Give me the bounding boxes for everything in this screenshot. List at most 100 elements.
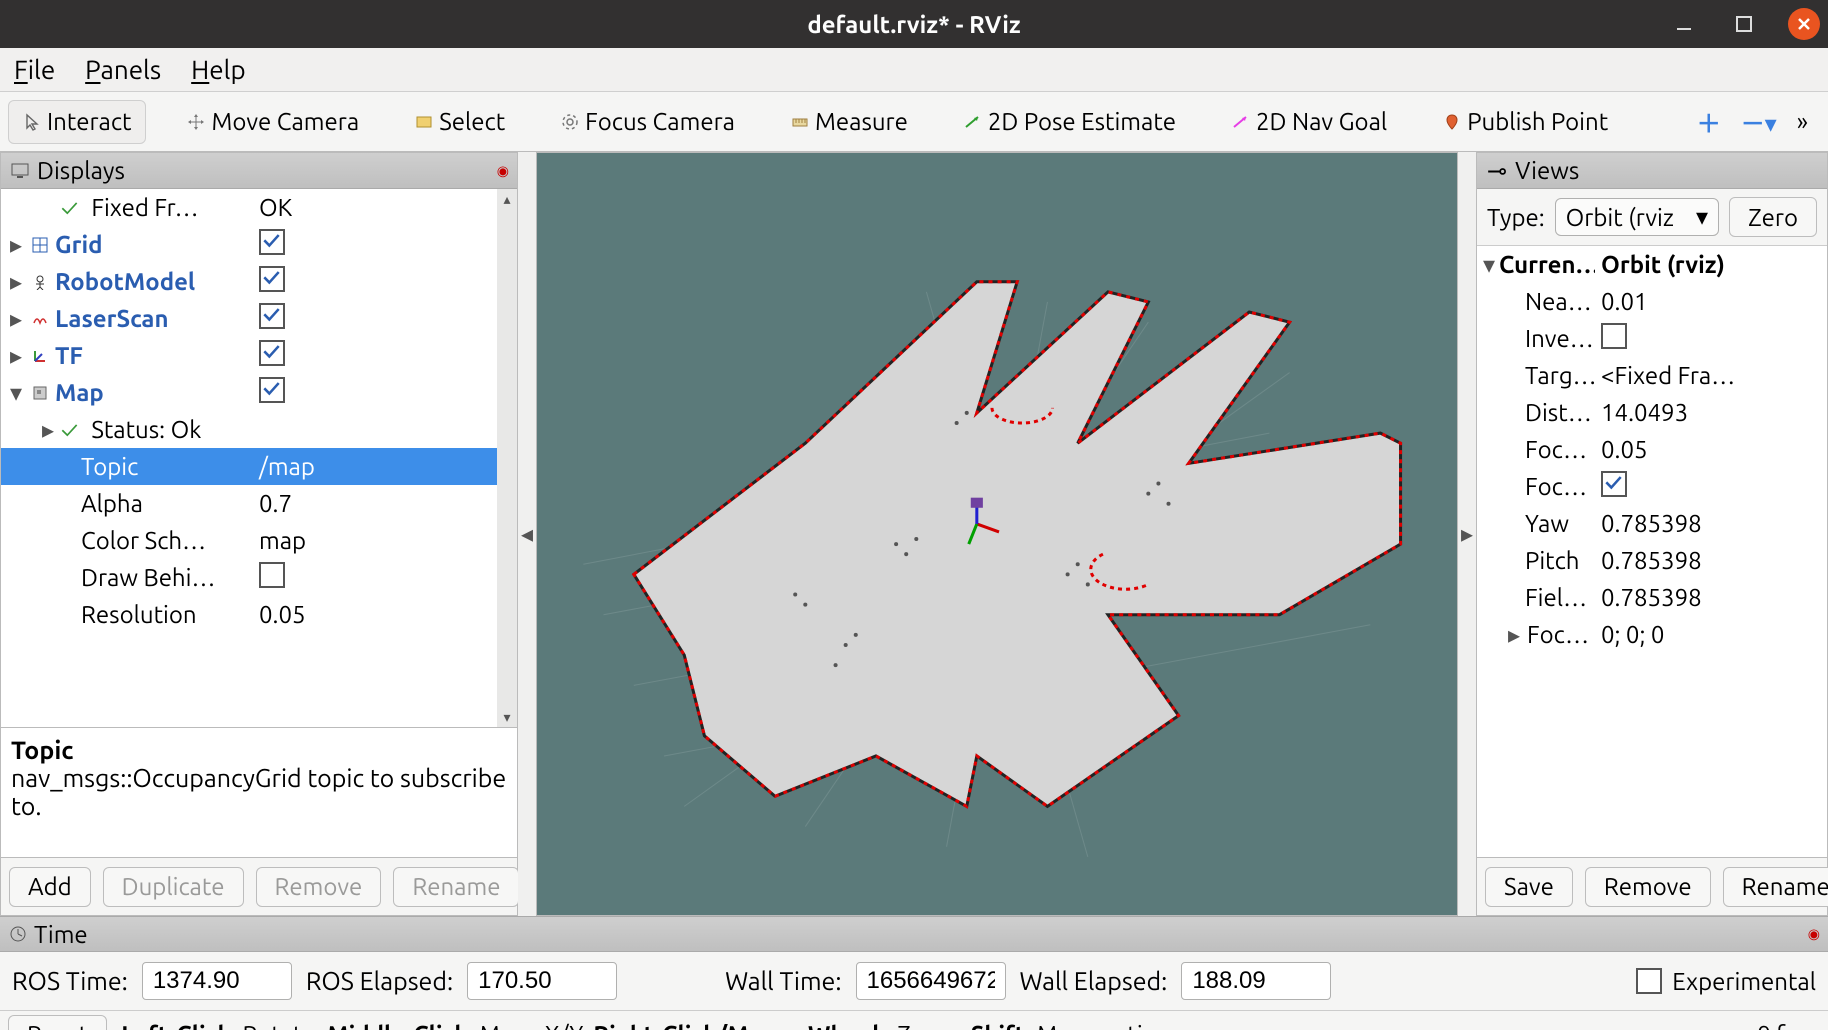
- expander-icon[interactable]: ▸: [7, 342, 25, 370]
- expander-icon[interactable]: ▸: [7, 231, 25, 259]
- views-header[interactable]: ⊸ Views: [1477, 153, 1827, 189]
- time-row: ROS Time: ROS Elapsed: Wall Time: Wall E…: [0, 952, 1828, 1010]
- remove-button[interactable]: Remove: [256, 867, 382, 907]
- rename-button[interactable]: Rename: [393, 867, 519, 907]
- expander-icon[interactable]: ▸: [1505, 621, 1523, 649]
- tool-pose-estimate[interactable]: 2D Pose Estimate: [949, 100, 1191, 144]
- splitter-right[interactable]: ▸: [1458, 152, 1476, 916]
- overflow-icon[interactable]: »: [1797, 108, 1808, 135]
- scroll-up-icon[interactable]: ▴: [497, 189, 517, 209]
- rename-view-button[interactable]: Rename: [1723, 867, 1828, 907]
- expander-icon[interactable]: ▸: [7, 305, 25, 333]
- maximize-button[interactable]: [1728, 8, 1760, 40]
- toolbar: Interact Move Camera Select Focus Camera…: [0, 92, 1828, 152]
- arrow-green-icon: [964, 113, 982, 131]
- experimental-label: Experimental: [1672, 968, 1816, 995]
- wall-time-field[interactable]: [856, 962, 1006, 1000]
- type-label: Type:: [1487, 204, 1545, 231]
- expander-icon[interactable]: ▸: [7, 268, 25, 296]
- displays-tree[interactable]: ✓ Fixed Fr… OK ▸Grid ▸RobotModel ▸LaserS…: [1, 189, 517, 727]
- splitter-left[interactable]: ◂: [518, 152, 536, 916]
- window-title: default.rviz* - RViz: [807, 11, 1020, 38]
- move-icon: [187, 113, 205, 131]
- close-panel-icon[interactable]: ◉: [1808, 926, 1820, 943]
- grid-checkbox[interactable]: [259, 229, 285, 255]
- wall-elapsed-field[interactable]: [1181, 962, 1331, 1000]
- tool-nav-goal[interactable]: 2D Nav Goal: [1217, 100, 1402, 144]
- add-button[interactable]: Add: [9, 867, 91, 907]
- map-icon: [29, 385, 51, 401]
- chevron-down-icon: ▾: [1696, 203, 1708, 231]
- draw-behind-checkbox[interactable]: [259, 562, 285, 588]
- check-green-icon: ✓: [61, 194, 78, 221]
- time-header[interactable]: Time ◉: [0, 916, 1828, 952]
- clock-icon: [10, 926, 26, 942]
- menu-help[interactable]: Help: [191, 55, 246, 84]
- tool-focus-camera[interactable]: Focus Camera: [546, 100, 750, 144]
- remove-view-button[interactable]: Remove: [1585, 867, 1711, 907]
- invert-checkbox[interactable]: [1601, 323, 1627, 349]
- duplicate-button[interactable]: Duplicate: [103, 867, 244, 907]
- arrow-pink-icon: [1232, 113, 1250, 131]
- tool-interact[interactable]: Interact: [8, 100, 146, 144]
- cursor-icon: [23, 113, 41, 131]
- displays-header[interactable]: Displays ◉: [1, 153, 517, 189]
- views-tree[interactable]: ▾Curren… Orbit (rviz) Nea…0.01 Inve… Tar…: [1477, 245, 1827, 857]
- expander-icon[interactable]: ▸: [39, 416, 57, 444]
- tf-checkbox[interactable]: [259, 340, 285, 366]
- expander-icon[interactable]: ▾: [7, 379, 25, 407]
- select-icon: [415, 113, 433, 131]
- focal-fixed-checkbox[interactable]: [1601, 471, 1627, 497]
- menu-panels[interactable]: Panels: [85, 55, 161, 84]
- robot-icon: [29, 274, 51, 290]
- robotmodel-checkbox[interactable]: [259, 266, 285, 292]
- ros-time-label: ROS Time:: [12, 967, 128, 995]
- zero-button[interactable]: Zero: [1729, 197, 1817, 237]
- displays-panel: Displays ◉ ✓ Fixed Fr… OK ▸Grid ▸RobotMo…: [0, 152, 518, 916]
- minus-icon[interactable]: －▾: [1741, 104, 1777, 139]
- reset-button[interactable]: Reset: [8, 1015, 107, 1030]
- tf-icon: [29, 348, 51, 364]
- view-type-select[interactable]: Orbit (rviz ▾: [1555, 198, 1719, 236]
- menu-file[interactable]: File: [14, 55, 55, 84]
- ros-time-field[interactable]: [142, 962, 292, 1000]
- chevron-right-icon: ▸: [1461, 520, 1473, 548]
- tool-measure[interactable]: Measure: [776, 100, 923, 144]
- monitor-icon: [11, 163, 29, 179]
- grid-icon: [29, 237, 51, 253]
- close-button[interactable]: [1788, 8, 1820, 40]
- expander-icon[interactable]: ▾: [1483, 251, 1495, 279]
- mouse-help-text: Left-Click: Rotate. Middle-Click: Move X…: [121, 1021, 1187, 1030]
- 3d-viewport[interactable]: [536, 152, 1458, 916]
- tool-select[interactable]: Select: [400, 100, 520, 144]
- minimize-button[interactable]: [1668, 8, 1700, 40]
- fps-counter: 9 fps: [1757, 1021, 1820, 1030]
- views-panel: ⊸ Views Type: Orbit (rviz ▾ Zero ▾Curren…: [1476, 152, 1828, 916]
- focus-icon: [561, 113, 579, 131]
- map-checkbox[interactable]: [259, 377, 285, 403]
- scrollbar[interactable]: ▴ ▾: [497, 189, 517, 727]
- scroll-down-icon[interactable]: ▾: [497, 707, 517, 727]
- laserscan-checkbox[interactable]: [259, 303, 285, 329]
- wall-time-label: Wall Time:: [725, 967, 841, 995]
- pin-icon: ⊸: [1487, 157, 1507, 185]
- tool-move-camera[interactable]: Move Camera: [172, 100, 374, 144]
- ros-elapsed-field[interactable]: [467, 962, 617, 1000]
- wall-elapsed-label: Wall Elapsed:: [1020, 967, 1168, 995]
- chevron-left-icon: ◂: [521, 520, 533, 548]
- pin-icon: [1443, 113, 1461, 131]
- experimental-checkbox[interactable]: [1636, 968, 1662, 994]
- status-bar: Reset Left-Click: Rotate. Middle-Click: …: [0, 1010, 1828, 1030]
- ros-elapsed-label: ROS Elapsed:: [306, 967, 453, 995]
- close-panel-icon[interactable]: ◉: [497, 162, 509, 179]
- plus-icon[interactable]: ＋: [1697, 104, 1721, 139]
- menubar: File Panels Help: [0, 48, 1828, 92]
- titlebar: default.rviz* - RViz: [0, 0, 1828, 48]
- check-green-icon: ✓: [61, 416, 78, 443]
- ruler-icon: [791, 113, 809, 131]
- laser-icon: [29, 311, 51, 327]
- save-button[interactable]: Save: [1485, 867, 1573, 907]
- map-topic-row[interactable]: Topic /map: [1, 448, 497, 485]
- tool-publish-point[interactable]: Publish Point: [1428, 100, 1623, 144]
- description-box: Topic nav_msgs::OccupancyGrid topic to s…: [1, 727, 517, 857]
